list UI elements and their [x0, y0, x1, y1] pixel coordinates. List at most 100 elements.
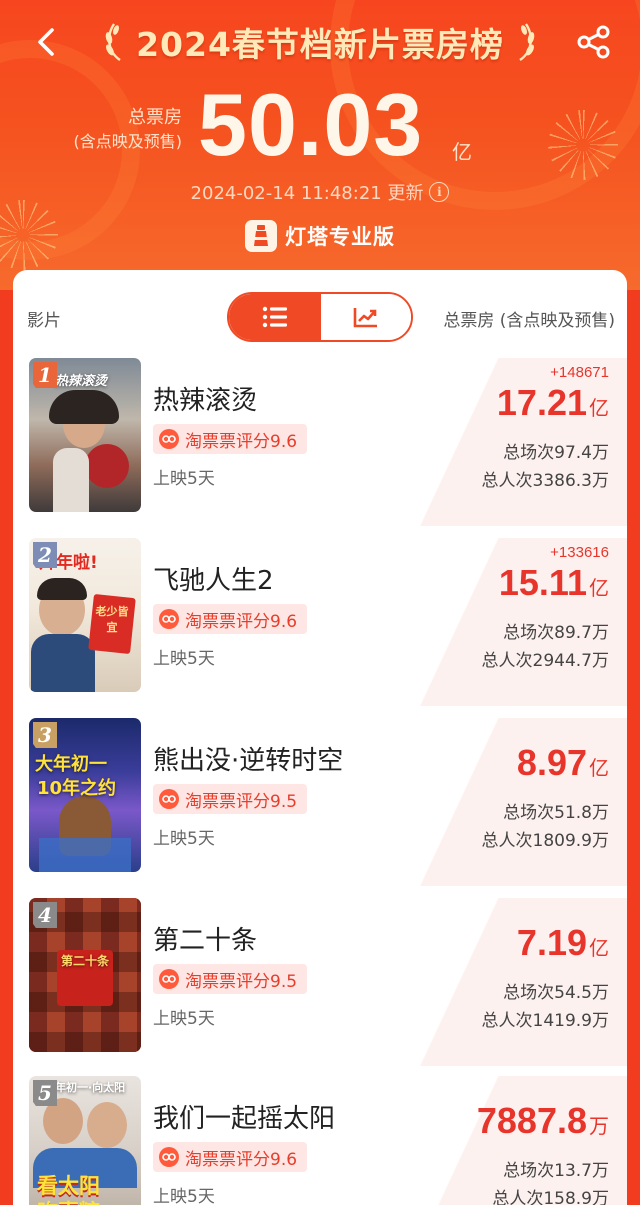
gross-unit: 亿 — [589, 936, 609, 960]
poster-subtitle-text: 老少皆宜 — [95, 605, 129, 634]
gross-value: 8.97 — [516, 742, 587, 783]
movie-title[interactable]: 飞驰人生2 — [153, 560, 274, 597]
rating-badge: 淘票票评分9.5 — [153, 964, 308, 994]
total-screenings: 总场次51.8万 — [503, 803, 609, 823]
movie-title[interactable]: 第二十条 — [153, 920, 257, 957]
movie-poster[interactable]: 拜年啦! 老少皆宜 2 — [29, 538, 141, 692]
total-label: 总票房 (含点映及预售) — [22, 106, 183, 154]
gross-value: 7.19 — [516, 922, 587, 963]
rating-text: 淘票票评分9.6 — [185, 611, 298, 632]
laurel-left-icon — [102, 20, 126, 64]
gross-unit: 亿 — [589, 576, 609, 600]
total-unit: 亿 — [452, 140, 472, 164]
rating-badge: 淘票票评分9.6 — [153, 604, 308, 634]
total-screenings: 总场次89.7万 — [503, 623, 609, 643]
movie-poster[interactable]: 第二十条 4 — [29, 898, 141, 1052]
laurel-right-icon — [514, 20, 538, 64]
movie-row[interactable]: 第二十条 4 第二十条 淘票票评分9.5 上映5天 7.19 亿 总场次54.5万… — [13, 898, 627, 1070]
taopiaopiao-icon — [159, 609, 179, 629]
total-admissions: 总人次3386.3万 — [481, 471, 609, 491]
movie-title[interactable]: 熊出没·逆转时空 — [153, 740, 343, 777]
header-banner: 2024春节档新片票房榜 总票房 (含点映及预售) 50.03 亿 2024-0 — [0, 0, 640, 290]
rank-badge: 4 — [33, 902, 57, 928]
rating-text: 淘票票评分9.6 — [185, 1149, 298, 1170]
list-view-button[interactable] — [229, 294, 321, 340]
release-days: 上映5天 — [153, 829, 215, 849]
poster-tagline-text: 年初一·向太阳 — [55, 1081, 126, 1094]
rating-text: 淘票票评分9.5 — [185, 791, 298, 812]
total-label-text: 总票房 — [128, 107, 182, 128]
poster-subtitle-text: 吃喜糖 — [37, 1196, 100, 1205]
rating-badge: 淘票票评分9.6 — [153, 1142, 308, 1172]
column-header-film: 影片 — [27, 311, 61, 331]
rating-text: 淘票票评分9.6 — [185, 431, 298, 452]
total-value: 50.03 — [198, 75, 424, 174]
gross-box-office: 7887.8 万 — [477, 1100, 609, 1142]
update-time-text: 2024-02-14 11:48:21 更新 — [190, 183, 424, 204]
brand-tag: 灯塔专业版 — [0, 218, 640, 254]
total-label-sub: (含点映及预售) — [73, 132, 183, 151]
trend-chart-icon — [353, 308, 377, 328]
release-days: 上映5天 — [153, 1187, 215, 1205]
taopiaopiao-icon — [159, 789, 179, 809]
total-screenings: 总场次97.4万 — [503, 443, 609, 463]
gross-value: 7887.8 — [476, 1100, 587, 1141]
gross-box-office: 17.21 亿 — [497, 382, 609, 424]
movie-row[interactable]: 热辣滚烫 1 热辣滚烫 淘票票评分9.6 上映5天 +148671 17.21 亿… — [13, 358, 627, 530]
gross-unit: 亿 — [589, 396, 609, 420]
poster-title-text: 第二十条 — [60, 954, 109, 968]
movie-row[interactable]: 拜年啦! 老少皆宜 2 飞驰人生2 淘票票评分9.6 上映5天 +133616 … — [13, 538, 627, 710]
gross-box-office: 8.97 亿 — [517, 742, 609, 784]
rating-text: 淘票票评分9.5 — [185, 971, 298, 992]
total-box-office: 总票房 (含点映及预售) 50.03 亿 — [0, 80, 640, 170]
brand-name: 灯塔专业版 — [285, 225, 395, 249]
rating-badge: 淘票票评分9.6 — [153, 424, 308, 454]
lighthouse-logo-icon — [245, 220, 277, 252]
rank-badge: 5 — [33, 1080, 57, 1106]
gross-value: 17.21 — [496, 382, 587, 423]
total-admissions: 总人次2944.7万 — [481, 651, 609, 671]
rank-badge: 1 — [33, 362, 57, 388]
movie-title[interactable]: 我们一起摇太阳 — [153, 1098, 335, 1135]
column-header-total: 总票房 (含点映及预售) — [443, 311, 615, 331]
info-icon[interactable]: i — [429, 182, 450, 202]
total-admissions: 总人次158.9万 — [492, 1189, 609, 1205]
poster-title-text: 大年初一 — [35, 754, 107, 775]
taopiaopiao-icon — [159, 969, 179, 989]
poster-subtitle-text: 10年之约 — [37, 778, 117, 799]
ranking-card: 影片 总票房 (含点映及预售) 热辣滚烫 1 热辣滚烫 淘票票评分9.6 上映5… — [13, 270, 627, 1205]
gross-value: 15.11 — [498, 562, 587, 603]
gross-box-office: 15.11 亿 — [499, 562, 609, 604]
realtime-delta: +148671 — [550, 364, 609, 381]
gross-unit: 亿 — [589, 756, 609, 780]
movie-poster[interactable]: 热辣滚烫 1 — [29, 358, 141, 512]
release-days: 上映5天 — [153, 649, 215, 669]
movie-row[interactable]: 年初一·向太阳 看太阳 吃喜糖 5 我们一起摇太阳 淘票票评分9.6 上映5天 … — [13, 1076, 627, 1205]
total-screenings: 总场次13.7万 — [503, 1161, 609, 1181]
gross-unit: 万 — [589, 1114, 609, 1138]
realtime-delta: +133616 — [550, 544, 609, 561]
taopiaopiao-icon — [159, 1147, 179, 1167]
release-days: 上映5天 — [153, 1009, 215, 1029]
page-title: 2024春节档新片票房榜 — [136, 25, 504, 64]
share-icon — [577, 25, 610, 59]
poster-title-text: 热辣滚烫 — [55, 374, 108, 389]
total-screenings: 总场次54.5万 — [503, 983, 609, 1003]
share-button[interactable] — [572, 20, 616, 64]
list-icon — [262, 306, 287, 328]
movie-poster[interactable]: 年初一·向太阳 看太阳 吃喜糖 5 — [29, 1076, 141, 1205]
rank-badge: 2 — [33, 542, 57, 568]
movie-title[interactable]: 热辣滚烫 — [153, 380, 257, 417]
total-admissions: 总人次1809.9万 — [481, 831, 609, 851]
movie-row[interactable]: 大年初一 10年之约 3 熊出没·逆转时空 淘票票评分9.5 上映5天 8.97… — [13, 718, 627, 890]
view-toggle — [227, 292, 413, 342]
taopiaopiao-icon — [159, 429, 179, 449]
update-time: 2024-02-14 11:48:21 更新 i — [0, 178, 640, 206]
gross-box-office: 7.19 亿 — [517, 922, 609, 964]
movie-poster[interactable]: 大年初一 10年之约 3 — [29, 718, 141, 872]
total-admissions: 总人次1419.9万 — [481, 1011, 609, 1031]
release-days: 上映5天 — [153, 469, 215, 489]
chart-view-button[interactable] — [321, 294, 411, 340]
rank-badge: 3 — [33, 722, 57, 748]
rating-badge: 淘票票评分9.5 — [153, 784, 308, 814]
